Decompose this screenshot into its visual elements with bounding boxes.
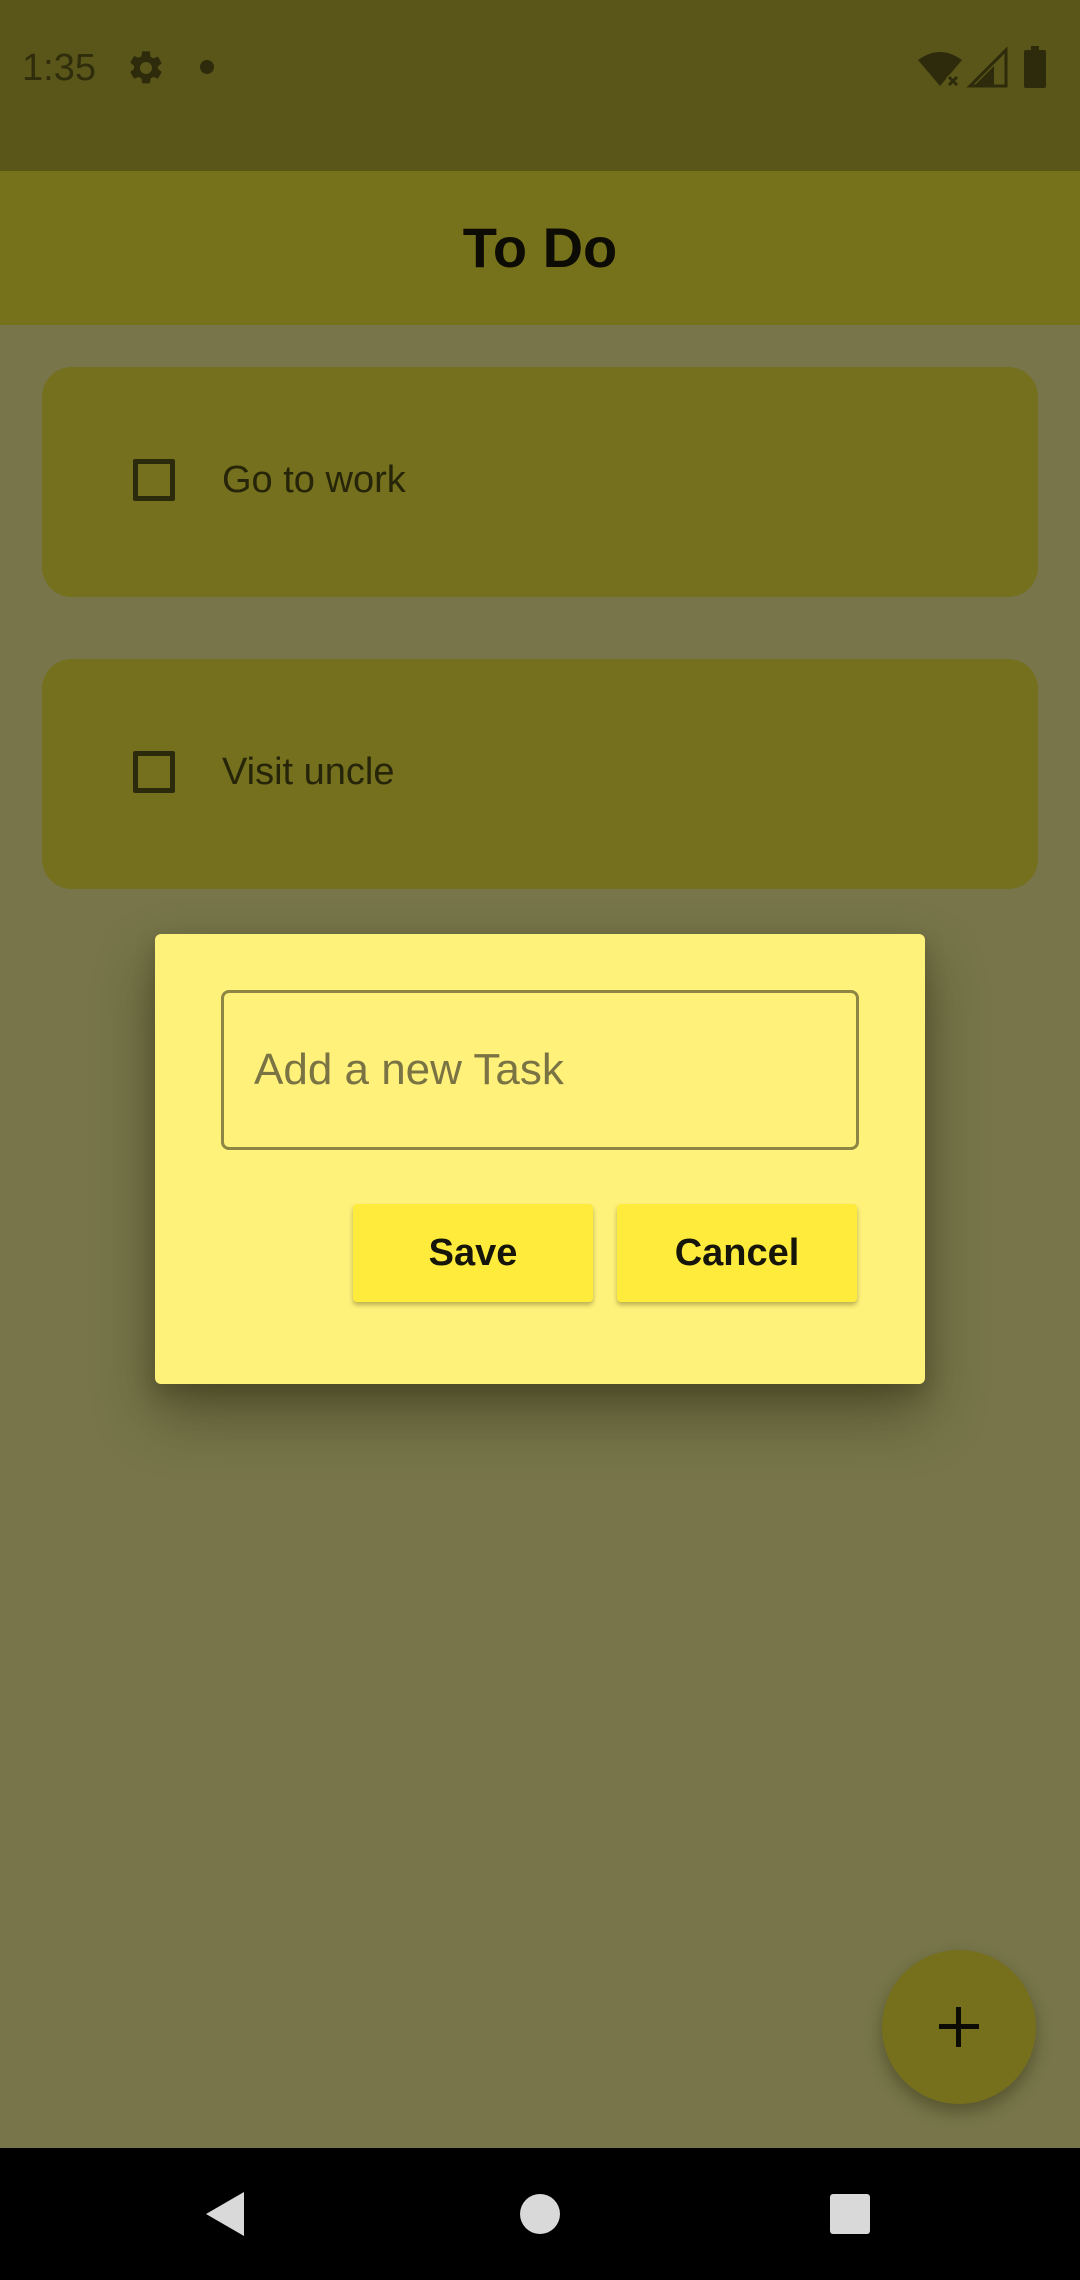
task-label: Visit uncle [222,751,395,793]
wifi-off-icon [918,52,962,89]
recents-icon[interactable] [829,2193,871,2235]
add-task-dialog: Save Cancel [155,934,925,1384]
gear-icon [130,51,162,84]
status-bar: 1:35 [0,0,1080,171]
notification-dot-icon [200,60,214,74]
signal-fill [974,66,994,86]
task-card[interactable]: Go to work [42,367,1038,597]
status-icons [918,46,1046,89]
battery-icon [1024,46,1046,88]
status-time: 1:35 [22,47,96,89]
task-checkbox[interactable] [133,751,175,793]
app-bar: To Do [0,171,1080,325]
back-icon[interactable] [204,2190,246,2238]
task-label: Go to work [222,459,406,501]
plus-icon [939,2007,979,2047]
home-icon[interactable] [518,2192,562,2236]
add-task-fab[interactable] [882,1950,1036,2104]
cancel-button[interactable]: Cancel [617,1204,857,1302]
task-checkbox[interactable] [133,459,175,501]
new-task-input[interactable] [221,990,859,1150]
save-button[interactable]: Save [353,1204,593,1302]
task-card[interactable]: Visit uncle [42,659,1038,889]
page-title: To Do [462,216,618,279]
navigation-bar [0,2148,1080,2280]
